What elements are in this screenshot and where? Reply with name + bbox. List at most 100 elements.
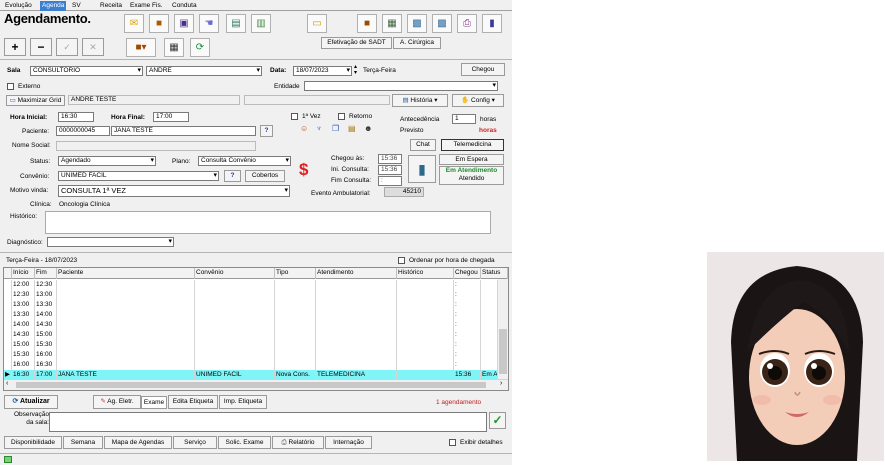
date-picker[interactable]: 18/07/2023	[293, 66, 352, 76]
em-espera-button[interactable]: Em Espera	[439, 154, 504, 165]
row-indicator[interactable]	[4, 340, 12, 350]
retorno-checkbox[interactable]	[338, 113, 345, 120]
doctor-select[interactable]: ANDRE	[146, 66, 262, 76]
sadt-button[interactable]: Efetivação de SADT	[321, 37, 392, 49]
remove-button[interactable]: −	[30, 38, 52, 56]
exibir-checkbox[interactable]	[449, 439, 456, 446]
date-spinner-icon[interactable]: ▴ ▾	[354, 64, 357, 76]
col-tipo[interactable]: Tipo	[275, 268, 316, 279]
paciente-nome-field[interactable]: JANA TESTE	[111, 126, 256, 136]
col-chegou[interactable]: Chegou	[454, 268, 481, 279]
historico-field[interactable]	[45, 211, 491, 234]
atendido-button[interactable]: Atendido	[439, 175, 504, 185]
hscroll-thumb[interactable]	[16, 382, 486, 388]
person-icon[interactable]: ☺	[300, 125, 308, 133]
entidade-select[interactable]	[304, 81, 498, 91]
relatorio-button[interactable]: ⎙ Relatório	[272, 436, 324, 449]
col-atendimento[interactable]: Atendimento	[316, 268, 397, 279]
scroll-thumb[interactable]	[499, 329, 507, 374]
ini-consulta-field[interactable]: 15:36	[378, 165, 402, 175]
internacao-button[interactable]: Internação	[325, 436, 372, 449]
chat-button[interactable]: Chat	[410, 139, 436, 151]
save-check-icon[interactable]: ✓	[489, 412, 506, 429]
chegou-button[interactable]: Chegou	[461, 63, 505, 76]
tab-agenda[interactable]: Agenda	[40, 1, 67, 11]
col-inicio[interactable]: Início	[12, 268, 35, 279]
config-button[interactable]: ✋ Config ▾	[452, 94, 504, 107]
solic-exame-button[interactable]: Solic. Exame	[218, 436, 271, 449]
disponibilidade-button[interactable]: Disponibilidade	[4, 436, 62, 449]
cirurgica-button[interactable]: A. Cirúrgica	[393, 37, 441, 49]
table-row[interactable]: 13:00 13:30:	[4, 300, 508, 310]
antecedencia-field[interactable]: 1	[452, 114, 476, 124]
plano-select[interactable]: Consulta Convênio	[198, 156, 291, 166]
semana-button[interactable]: Semana	[63, 436, 103, 449]
historia-button[interactable]: ▤ História ▾	[392, 94, 448, 107]
tab-receita[interactable]: Receita	[98, 1, 124, 11]
gifts-icon[interactable]: ■	[149, 14, 169, 33]
externo-checkbox[interactable]	[7, 83, 14, 90]
telemedicina-button[interactable]: Telemedicina	[441, 139, 504, 151]
convenio-help-icon[interactable]: ?	[224, 170, 241, 182]
row-indicator[interactable]	[4, 290, 12, 300]
dollar-icon[interactable]: $	[299, 160, 308, 180]
envelope-icon[interactable]: ✉	[124, 14, 144, 33]
col-historico[interactable]: Histórico	[397, 268, 454, 279]
table-row[interactable]: 12:00 12:30:	[4, 280, 508, 290]
table-row[interactable]: 12:30 13:00:	[4, 290, 508, 300]
chegou-as-field[interactable]: 15:36	[378, 154, 402, 164]
row-indicator[interactable]	[4, 320, 12, 330]
row-indicator[interactable]	[4, 280, 12, 290]
row-indicator[interactable]	[4, 330, 12, 340]
ordenar-checkbox[interactable]	[398, 257, 405, 264]
primeira-vez-checkbox[interactable]	[291, 113, 298, 120]
cobertos-button[interactable]: Cobertos	[245, 170, 285, 182]
horizontal-scrollbar[interactable]: ‹ ›	[4, 380, 508, 390]
table-row[interactable]: 15:30 16:00:	[4, 350, 508, 360]
col-paciente[interactable]: Paciente	[57, 268, 195, 279]
hora-final-field[interactable]: 17:00	[153, 112, 189, 122]
door-icon[interactable]: ▮	[408, 155, 436, 183]
em-atendimento-button[interactable]: Em Atendimento	[439, 166, 504, 175]
edita-etiqueta-button[interactable]: Edita Etiqueta	[168, 395, 218, 409]
imp-etiqueta-button[interactable]: Imp. Etiqueta	[219, 395, 267, 409]
tab-conduta[interactable]: Conduta	[170, 1, 199, 11]
hora-inicial-field[interactable]: 16:30	[58, 112, 94, 122]
table-row[interactable]: ▶ 16:30 17:00 JANA TESTE UNIMED FACIL Nova Co…	[4, 370, 508, 380]
printer-icon[interactable]: ⎙	[457, 14, 477, 33]
mapa-agendas-button[interactable]: Mapa de Agendas	[104, 436, 172, 449]
row-indicator[interactable]	[4, 310, 12, 320]
calendar-icon[interactable]: ▩	[407, 14, 427, 33]
archive-menu-icon[interactable]: ■▾	[126, 38, 156, 57]
atualizar-button[interactable]: ⟳ Atualizar	[4, 395, 58, 409]
servico-button[interactable]: Serviço	[173, 436, 217, 449]
book-icon[interactable]: ▮	[482, 14, 502, 33]
ag-eletr-button[interactable]: ✎ Ag. Eletr.	[93, 395, 141, 409]
table-row[interactable]: 14:30 15:00:	[4, 330, 508, 340]
box-icon[interactable]: ■	[357, 14, 377, 33]
register-icon[interactable]: ▦	[164, 38, 184, 57]
table-row[interactable]: 14:00 14:30:	[4, 320, 508, 330]
tab-sv[interactable]: SV	[70, 1, 83, 11]
refresh-icon[interactable]: ⟳	[190, 38, 210, 57]
copy-icon[interactable]: ❐	[332, 125, 339, 133]
tab-exame-fis[interactable]: Exame Fis.	[128, 1, 165, 11]
paciente-id-field[interactable]: 0000000045	[56, 126, 110, 136]
note-icon[interactable]: ▭	[307, 14, 327, 33]
row-indicator[interactable]	[4, 360, 12, 370]
hand-icon[interactable]: ☚	[199, 14, 219, 33]
fim-consulta-field[interactable]: :	[378, 176, 402, 186]
vertical-scrollbar[interactable]	[498, 279, 508, 379]
confirm-button[interactable]: ✓	[56, 38, 78, 56]
stethoscope-icon[interactable]: ♆	[316, 125, 322, 133]
calendar-grid-icon[interactable]: ▩	[432, 14, 452, 33]
help-icon[interactable]: ?	[260, 125, 273, 137]
tab-evolucao[interactable]: Evolução	[3, 1, 34, 11]
col-status[interactable]: Status	[481, 268, 508, 279]
cancel-button[interactable]: ✕	[82, 38, 104, 56]
cash-icon[interactable]: ▦	[382, 14, 402, 33]
tools-icon[interactable]: ▣	[174, 14, 194, 33]
screen-icon[interactable]: ▤	[226, 14, 246, 33]
table-row[interactable]: 16:00 16:30:	[4, 360, 508, 370]
doctor-icon[interactable]: ☻	[364, 125, 372, 133]
